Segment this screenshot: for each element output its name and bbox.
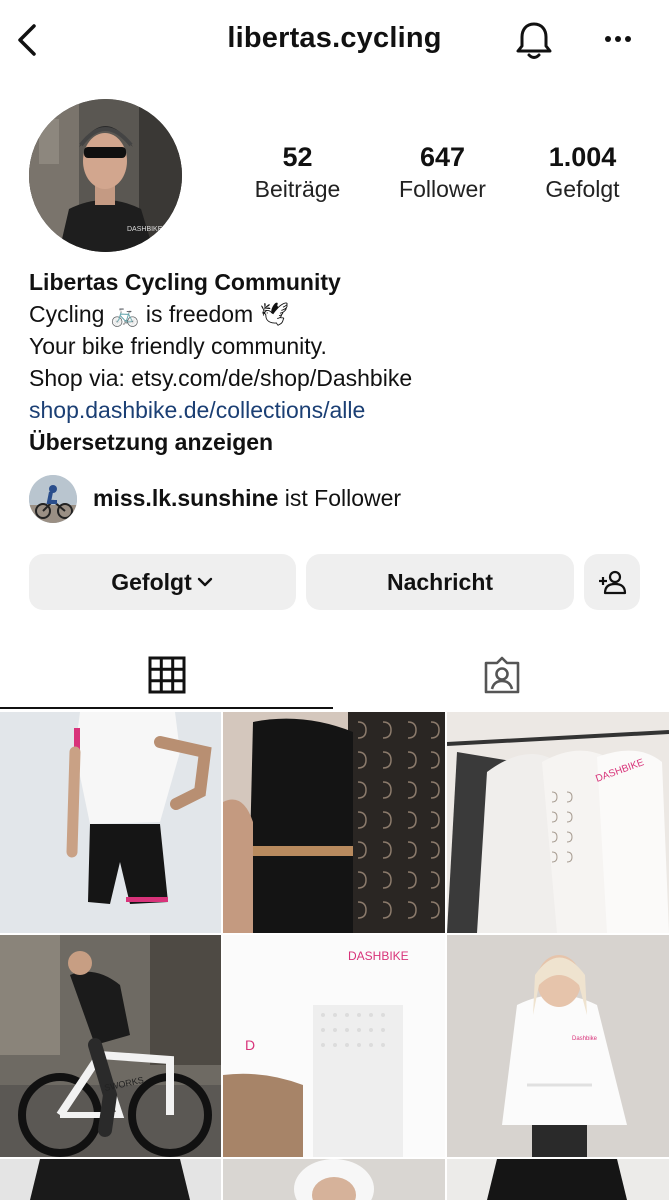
- mutual-avatar: [29, 475, 77, 523]
- mutual-text: miss.lk.sunshine ist Follower: [93, 485, 401, 512]
- mutual-suffix: ist Follower: [278, 485, 402, 511]
- grid-icon: [148, 656, 185, 694]
- post-brand: Dashbike: [572, 1036, 598, 1042]
- following-button[interactable]: Gefolgt: [29, 554, 296, 610]
- stat-followers-value: 647: [419, 142, 466, 172]
- stat-posts-label: Beiträge: [254, 176, 341, 202]
- post-brand: DASHBIKE: [348, 949, 409, 963]
- stat-posts-value: 52: [282, 142, 313, 172]
- post-thumbnail[interactable]: DASHBIKE D: [223, 935, 445, 1157]
- post-thumbnail[interactable]: [447, 1159, 669, 1200]
- post-thumbnail[interactable]: SWORKS: [0, 935, 221, 1157]
- profile-username: libertas.cycling: [227, 22, 442, 54]
- message-button-label: Nachricht: [386, 568, 494, 595]
- profile-display-name: Libertas Cycling Community: [29, 269, 341, 295]
- chevron-down-icon: [197, 577, 212, 587]
- posts-grid: DASHBIKE SWORKS DASHBIKE D Dashbike: [0, 712, 669, 1200]
- profile-tabs: [0, 640, 669, 710]
- mutual-follower[interactable]: miss.lk.sunshine ist Follower: [29, 475, 649, 525]
- bicycle-emoji: 🚲: [110, 301, 140, 327]
- profile-avatar[interactable]: DASHBIKE: [29, 99, 182, 252]
- post-thumbnail[interactable]: [223, 1159, 445, 1200]
- following-button-label: Gefolgt: [111, 568, 192, 595]
- bell-icon[interactable]: [512, 18, 556, 62]
- post-thumbnail[interactable]: [0, 712, 221, 933]
- person-plus-icon: [599, 570, 627, 595]
- post-thumbnail[interactable]: [223, 712, 445, 933]
- tab-grid[interactable]: [0, 640, 333, 710]
- post-thumbnail[interactable]: DASHBIKE: [447, 712, 669, 933]
- post-thumbnail[interactable]: Dashbike: [447, 935, 669, 1157]
- stat-posts[interactable]: 52 Beiträge: [230, 140, 365, 204]
- translate-link[interactable]: Übersetzung anzeigen: [29, 426, 649, 458]
- stat-followers-label: Follower: [399, 176, 486, 202]
- active-tab-indicator: [0, 707, 333, 709]
- stat-followers[interactable]: 647 Follower: [375, 140, 510, 204]
- stat-following-value: 1.004: [548, 142, 617, 172]
- bio-line-3: Shop via: etsy.com/de/shop/Dashbike: [29, 365, 413, 391]
- bio-text: Cycling: [29, 301, 111, 327]
- avatar-image: DASHBIKE: [29, 99, 182, 252]
- profile-stats: 52 Beiträge 647 Follower 1.004 Gefolgt: [230, 140, 660, 210]
- bio-text: is freedom: [139, 301, 260, 327]
- tagged-person-icon: [484, 656, 520, 694]
- bio-line-2: Your bike friendly community.: [29, 333, 327, 359]
- stat-following[interactable]: 1.004 Gefolgt: [520, 140, 645, 204]
- add-user-button[interactable]: [584, 554, 640, 610]
- tab-tagged[interactable]: [335, 640, 669, 710]
- dove-emoji: 🕊: [259, 301, 289, 327]
- post-thumbnail[interactable]: [0, 1159, 221, 1200]
- more-dots-icon[interactable]: [598, 24, 638, 54]
- message-button[interactable]: Nachricht: [306, 554, 574, 610]
- bio-website-link[interactable]: shop.dashbike.de/collections/alle: [29, 394, 649, 426]
- bio-line-1: Cycling 🚲 is freedom 🕊: [29, 298, 649, 330]
- stat-following-label: Gefolgt: [545, 176, 620, 202]
- mutual-username[interactable]: miss.lk.sunshine: [93, 485, 278, 511]
- svg-text:D: D: [245, 1037, 255, 1053]
- top-bar: libertas.cycling: [0, 0, 669, 80]
- avatar-brand: DASHBIKE: [127, 226, 163, 233]
- profile-bio: Libertas Cycling Community Cycling 🚲 is …: [29, 266, 649, 458]
